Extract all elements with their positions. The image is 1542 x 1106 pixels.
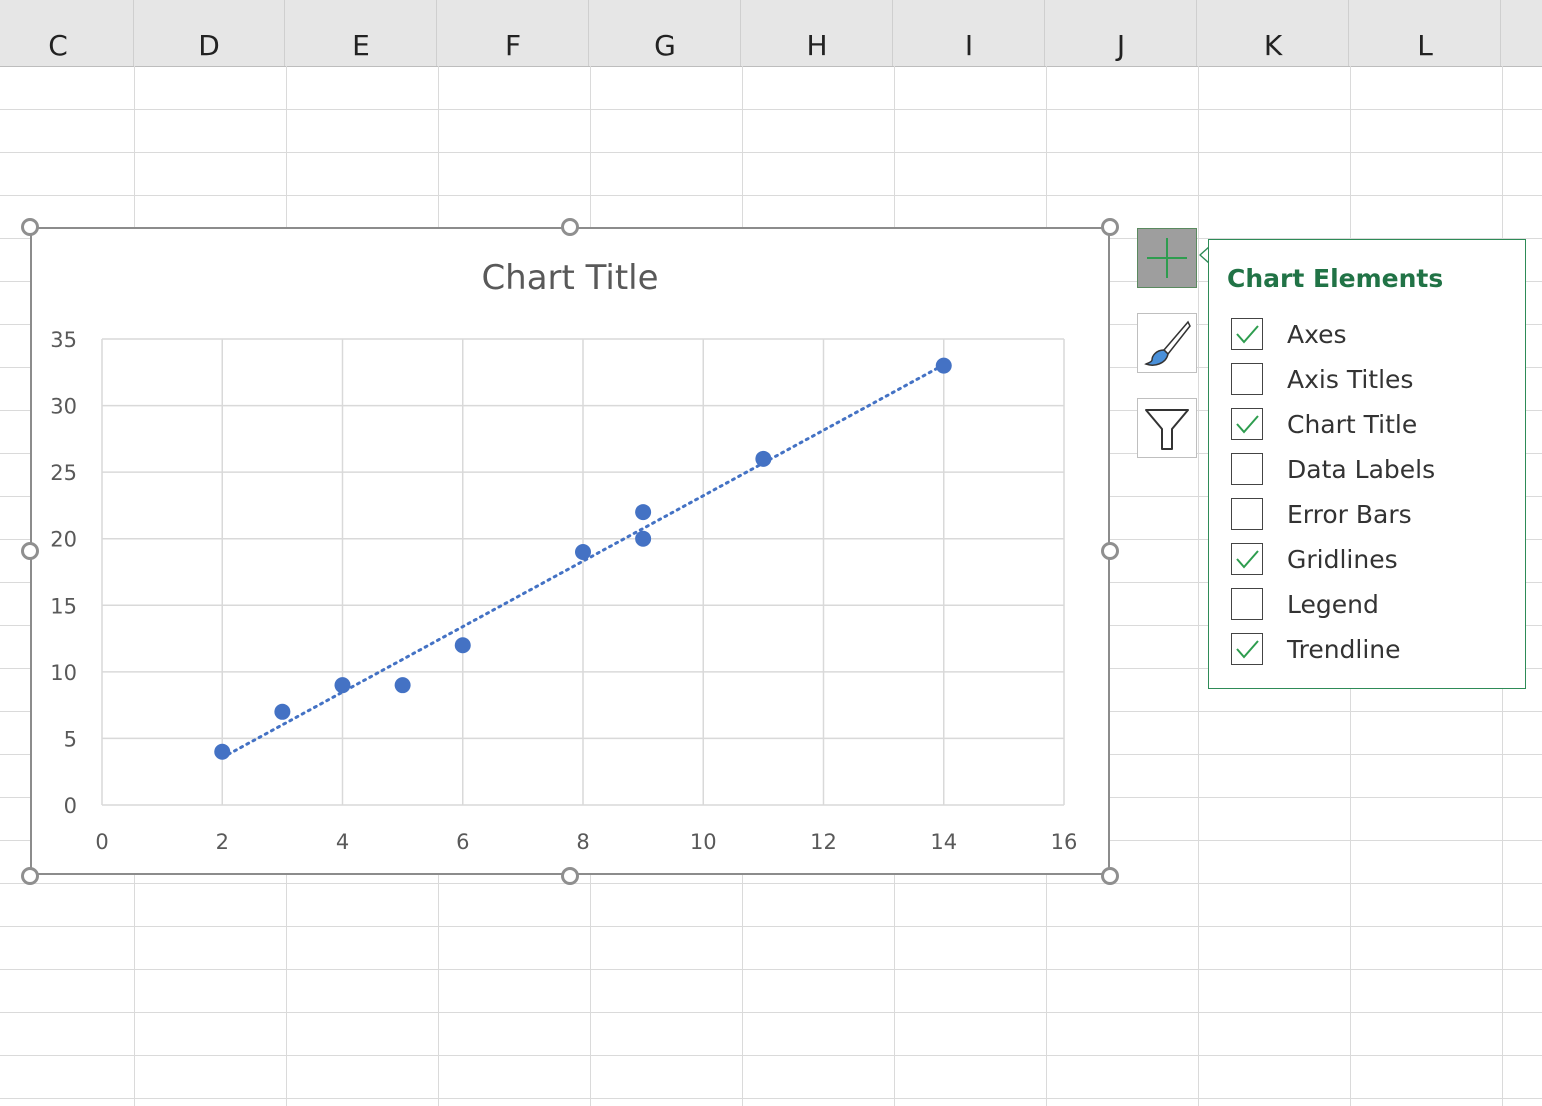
column-header-j[interactable]: J [1046,0,1197,66]
option-axes[interactable]: Axes [1231,316,1347,352]
option-label: Error Bars [1287,499,1412,529]
row-gridline [0,926,1542,927]
column-header-g[interactable]: G [590,0,741,66]
column-header-e[interactable]: E [286,0,437,66]
column-header-d[interactable]: D [134,0,285,66]
checkmark-icon [1236,415,1259,434]
resize-handle-middle-left[interactable] [21,542,39,560]
checkmark-icon [1236,550,1259,569]
checkbox[interactable] [1231,633,1263,665]
chart-area[interactable] [30,227,1110,875]
resize-handle-bottom-left[interactable] [21,867,39,885]
resize-handle-middle-right[interactable] [1101,542,1119,560]
option-label: Trendline [1287,634,1401,664]
paintbrush-icon [1144,320,1191,366]
chart-styles-button[interactable] [1137,313,1197,373]
funnel-icon [1145,409,1189,450]
option-axis-titles[interactable]: Axis Titles [1231,361,1413,397]
checkmark-icon [1236,325,1259,344]
checkbox[interactable] [1231,543,1263,575]
row-gridline [0,1055,1542,1056]
checkbox[interactable] [1231,588,1263,620]
column-header-bar: CDEFGHIJKL [0,0,1542,67]
option-trendline[interactable]: Trendline [1231,631,1401,667]
checkmark-icon [1236,640,1259,659]
option-data-labels[interactable]: Data Labels [1231,451,1435,487]
option-gridlines[interactable]: Gridlines [1231,541,1398,577]
row-gridline [0,969,1542,970]
option-label: Chart Title [1287,409,1418,439]
column-header-k[interactable]: K [1198,0,1349,66]
resize-handle-bottom-right[interactable] [1101,867,1119,885]
plus-icon [1147,238,1187,278]
option-label: Data Labels [1287,454,1436,484]
checkbox[interactable] [1231,363,1263,395]
row-gridline [0,1098,1542,1099]
checkbox[interactable] [1231,318,1263,350]
column-gridline [1198,66,1199,1106]
row-gridline [0,195,1542,196]
resize-handle-bottom-center[interactable] [561,867,579,885]
option-label: Legend [1287,589,1379,619]
column-header-l[interactable]: L [1350,0,1501,66]
resize-handle-top-center[interactable] [561,218,579,236]
row-gridline [0,1012,1542,1013]
column-header-i[interactable]: I [894,0,1045,66]
option-label: Gridlines [1287,544,1398,574]
column-header-f[interactable]: F [438,0,589,66]
option-label: Axes [1287,319,1347,349]
row-gridline [0,152,1542,153]
option-error-bars[interactable]: Error Bars [1231,496,1412,532]
checkbox[interactable] [1231,453,1263,485]
checkbox[interactable] [1231,408,1263,440]
chart-elements-panel: Chart Elements Axes Axis Titles Chart Titl… [1208,239,1526,689]
row-gridline [0,109,1542,110]
column-header-h[interactable]: H [742,0,893,66]
row-gridline [0,883,1542,884]
resize-handle-top-right[interactable] [1101,218,1119,236]
column-header-c[interactable]: C [0,0,134,66]
option-legend[interactable]: Legend [1231,586,1379,622]
option-chart-title[interactable]: Chart Title [1231,406,1417,442]
chart-elements-button[interactable] [1137,228,1197,288]
chart-filters-button[interactable] [1137,398,1197,458]
checkbox[interactable] [1231,498,1263,530]
option-label: Axis Titles [1287,364,1414,394]
resize-handle-top-left[interactable] [21,218,39,236]
panel-title: Chart Elements [1227,264,1444,293]
